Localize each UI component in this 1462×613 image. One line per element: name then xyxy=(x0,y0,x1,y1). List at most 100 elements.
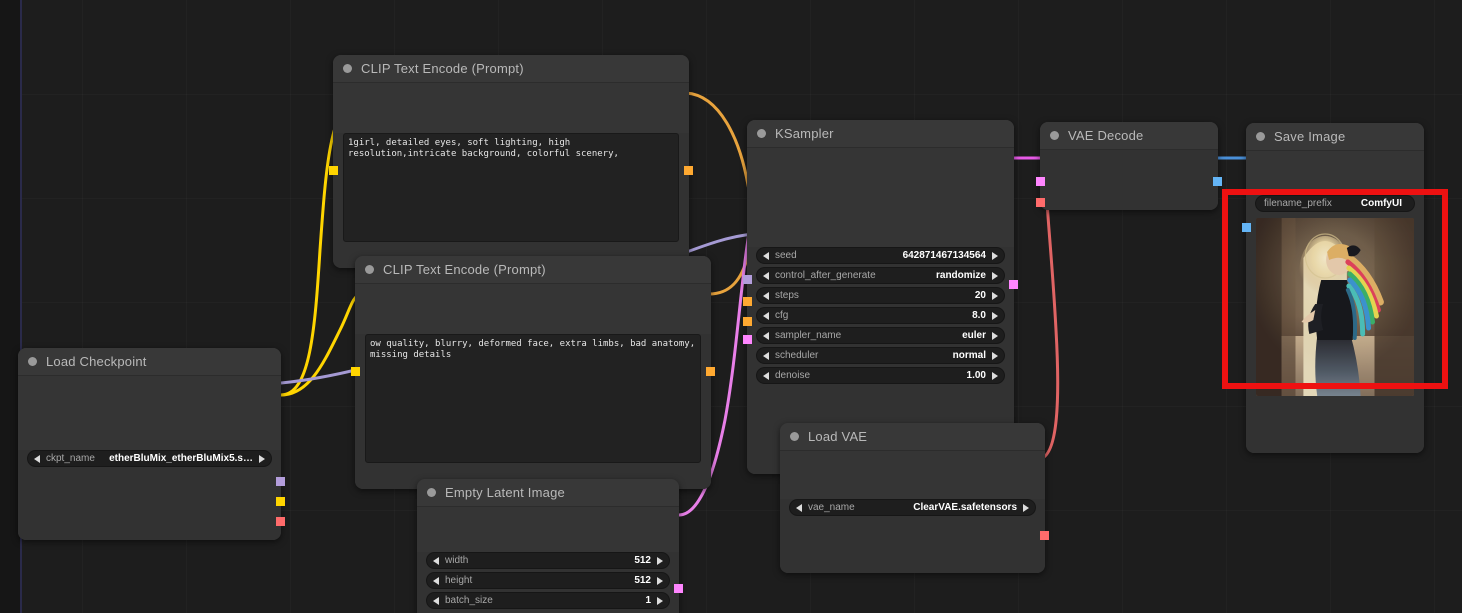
collapse-dot-icon[interactable] xyxy=(790,432,799,441)
node-load-vae[interactable]: Load VAE vae_name ClearVAE.safetensors xyxy=(780,423,1049,573)
node-title-bar[interactable]: CLIP Text Encode (Prompt) xyxy=(333,55,689,83)
increment-arrow-icon[interactable] xyxy=(259,454,265,463)
decrement-arrow-icon[interactable] xyxy=(34,454,40,463)
decrement-arrow-icon[interactable] xyxy=(433,556,439,565)
node-ksampler[interactable]: KSampler seed 642871467134564 control_af… xyxy=(743,120,1018,474)
decrement-arrow-icon[interactable] xyxy=(763,251,769,260)
slot-input-latent-image[interactable] xyxy=(743,335,752,344)
slot-output-vae[interactable] xyxy=(1040,531,1049,540)
collapse-dot-icon[interactable] xyxy=(757,129,766,138)
widget-width[interactable]: width 512 xyxy=(426,552,670,569)
increment-arrow-icon[interactable] xyxy=(657,556,663,565)
slot-input-samples[interactable] xyxy=(1036,177,1045,186)
prompt-textarea-negative[interactable]: ow quality, blurry, deformed face, extra… xyxy=(365,334,701,463)
slot-output-latent[interactable] xyxy=(674,584,683,593)
node-title-text: Empty Latent Image xyxy=(445,485,565,500)
slot-output-model[interactable] xyxy=(276,477,285,486)
decrement-arrow-icon[interactable] xyxy=(433,576,439,585)
decrement-arrow-icon[interactable] xyxy=(763,311,769,320)
widget-value[interactable]: 8.0 xyxy=(972,310,986,321)
node-clip-text-encode-negative[interactable]: CLIP Text Encode (Prompt) ow quality, bl… xyxy=(351,256,715,489)
increment-arrow-icon[interactable] xyxy=(1023,503,1029,512)
widget-value[interactable]: randomize xyxy=(936,270,986,281)
node-title-bar[interactable]: Load VAE xyxy=(780,423,1045,451)
node-body: ow quality, blurry, deformed face, extra… xyxy=(351,334,715,489)
decrement-arrow-icon[interactable] xyxy=(763,371,769,380)
slot-output-clip[interactable] xyxy=(276,497,285,506)
widget-value[interactable]: 512 xyxy=(634,575,651,586)
widget-control-after-generate[interactable]: control_after_generate randomize xyxy=(756,267,1005,284)
widget-value[interactable]: ComfyUI xyxy=(1361,198,1402,209)
node-empty-latent-image[interactable]: Empty Latent Image width 512 height 512 xyxy=(417,479,683,613)
widget-batch-size[interactable]: batch_size 1 xyxy=(426,592,670,609)
widget-cfg[interactable]: cfg 8.0 xyxy=(756,307,1005,324)
widget-value[interactable]: normal xyxy=(953,350,986,361)
collapse-dot-icon[interactable] xyxy=(1256,132,1265,141)
slot-output-vae[interactable] xyxy=(276,517,285,526)
widget-filename-prefix[interactable]: filename_prefix ComfyUI xyxy=(1255,195,1415,212)
node-vae-decode[interactable]: VAE Decode xyxy=(1036,122,1222,210)
slot-output-image[interactable] xyxy=(1213,177,1222,186)
widget-value[interactable]: 642871467134564 xyxy=(903,250,986,261)
prompt-textarea-positive[interactable]: 1girl, detailed eyes, soft lighting, hig… xyxy=(343,133,679,242)
collapse-dot-icon[interactable] xyxy=(28,357,37,366)
node-title-bar[interactable]: CLIP Text Encode (Prompt) xyxy=(355,256,711,284)
widget-value[interactable]: 1.00 xyxy=(967,370,986,381)
decrement-arrow-icon[interactable] xyxy=(763,271,769,280)
increment-arrow-icon[interactable] xyxy=(657,596,663,605)
widget-value[interactable]: 20 xyxy=(975,290,986,301)
widget-sampler-name[interactable]: sampler_name euler xyxy=(756,327,1005,344)
node-body: 1girl, detailed eyes, soft lighting, hig… xyxy=(329,133,693,268)
slot-input-clip[interactable] xyxy=(329,166,338,175)
increment-arrow-icon[interactable] xyxy=(992,331,998,340)
collapse-dot-icon[interactable] xyxy=(1050,131,1059,140)
decrement-arrow-icon[interactable] xyxy=(433,596,439,605)
slot-output-conditioning[interactable] xyxy=(706,367,715,376)
slot-input-images[interactable] xyxy=(1242,223,1251,232)
node-clip-text-encode-positive[interactable]: CLIP Text Encode (Prompt) 1girl, detaile… xyxy=(329,55,693,268)
widget-value[interactable]: euler xyxy=(962,330,986,341)
node-title-bar[interactable]: Load Checkpoint xyxy=(18,348,281,376)
increment-arrow-icon[interactable] xyxy=(992,351,998,360)
widget-vae-name[interactable]: vae_name ClearVAE.safetensors xyxy=(789,499,1036,516)
node-save-image[interactable]: Save Image filename_prefix ComfyUI xyxy=(1242,123,1424,453)
decrement-arrow-icon[interactable] xyxy=(763,351,769,360)
widget-value[interactable]: 512 xyxy=(634,555,651,566)
slot-output-latent[interactable] xyxy=(1009,280,1018,289)
decrement-arrow-icon[interactable] xyxy=(796,503,802,512)
increment-arrow-icon[interactable] xyxy=(992,271,998,280)
increment-arrow-icon[interactable] xyxy=(992,291,998,300)
widget-ckpt-name[interactable]: ckpt_name etherBluMix_etherBluMix5.s… xyxy=(27,450,272,467)
slot-input-model[interactable] xyxy=(743,275,752,284)
node-body: filename_prefix ComfyUI xyxy=(1242,195,1424,453)
slot-input-positive[interactable] xyxy=(743,297,752,306)
widget-steps[interactable]: steps 20 xyxy=(756,287,1005,304)
slot-output-conditioning[interactable] xyxy=(684,166,693,175)
node-title-bar[interactable]: Save Image xyxy=(1246,123,1424,151)
widget-height[interactable]: height 512 xyxy=(426,572,670,589)
widget-scheduler[interactable]: scheduler normal xyxy=(756,347,1005,364)
increment-arrow-icon[interactable] xyxy=(657,576,663,585)
widget-value[interactable]: ClearVAE.safetensors xyxy=(913,502,1017,513)
node-load-checkpoint[interactable]: Load Checkpoint ckpt_name etherBluMix_et… xyxy=(18,348,285,540)
comfyui-graph-canvas[interactable]: CLIP Text Encode (Prompt) 1girl, detaile… xyxy=(0,0,1462,613)
decrement-arrow-icon[interactable] xyxy=(763,291,769,300)
slot-input-clip[interactable] xyxy=(351,367,360,376)
slot-input-negative[interactable] xyxy=(743,317,752,326)
node-title-bar[interactable]: VAE Decode xyxy=(1040,122,1218,150)
image-preview[interactable] xyxy=(1256,218,1414,396)
collapse-dot-icon[interactable] xyxy=(343,64,352,73)
widget-denoise[interactable]: denoise 1.00 xyxy=(756,367,1005,384)
collapse-dot-icon[interactable] xyxy=(365,265,374,274)
increment-arrow-icon[interactable] xyxy=(992,371,998,380)
slot-input-vae[interactable] xyxy=(1036,198,1045,207)
widget-value[interactable]: 1 xyxy=(645,595,651,606)
widget-seed[interactable]: seed 642871467134564 xyxy=(756,247,1005,264)
collapse-dot-icon[interactable] xyxy=(427,488,436,497)
increment-arrow-icon[interactable] xyxy=(992,311,998,320)
node-title-bar[interactable]: KSampler xyxy=(747,120,1014,148)
widget-value[interactable]: etherBluMix_etherBluMix5.s… xyxy=(109,453,253,464)
node-title-bar[interactable]: Empty Latent Image xyxy=(417,479,679,507)
decrement-arrow-icon[interactable] xyxy=(763,331,769,340)
increment-arrow-icon[interactable] xyxy=(992,251,998,260)
